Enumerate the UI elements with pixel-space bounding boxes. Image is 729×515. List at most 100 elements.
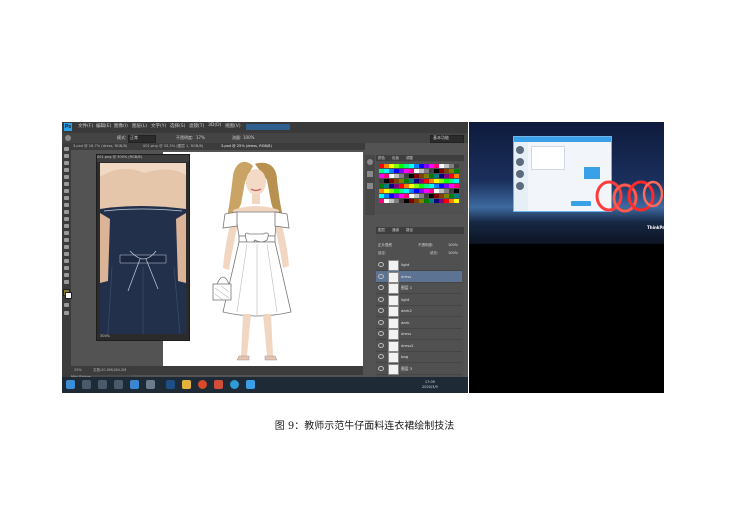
- layer-row[interactable]: 图层 1: [376, 282, 462, 294]
- avatar[interactable]: [516, 158, 524, 166]
- color-swatch[interactable]: [379, 189, 384, 193]
- color-swatch[interactable]: [399, 189, 404, 193]
- color-swatch[interactable]: [404, 169, 409, 173]
- blend-mode-select[interactable]: 正片叠底: [378, 243, 392, 248]
- search-icon[interactable]: [82, 380, 91, 389]
- color-swatch[interactable]: [439, 184, 444, 188]
- color-swatch[interactable]: [454, 164, 459, 168]
- quick-mask-icon[interactable]: [64, 303, 69, 307]
- layer-row[interactable]: light: [376, 259, 462, 271]
- flow-value[interactable]: 100%: [243, 135, 254, 140]
- color-swatch[interactable]: [379, 194, 384, 198]
- color-swatch[interactable]: [399, 174, 404, 178]
- color-swatch[interactable]: [444, 179, 449, 183]
- color-swatch[interactable]: [389, 174, 394, 178]
- color-swatch[interactable]: [449, 164, 454, 168]
- color-swatch[interactable]: [434, 184, 439, 188]
- crop-tool-icon[interactable]: [64, 175, 69, 179]
- menu-layer[interactable]: 图层(L): [132, 123, 147, 129]
- color-swatch[interactable]: [389, 179, 394, 183]
- blur-tool-icon[interactable]: [64, 231, 69, 235]
- reference-image-window[interactable]: 001.png @ 300% (RGB/8) 300%: [96, 154, 190, 341]
- color-swatch[interactable]: [434, 169, 439, 173]
- pen-tool-icon[interactable]: [64, 245, 69, 249]
- color-swatch[interactable]: [409, 169, 414, 173]
- quick-select-tool-icon[interactable]: [64, 168, 69, 172]
- color-swatch[interactable]: [424, 164, 429, 168]
- color-swatch[interactable]: [429, 199, 434, 203]
- color-swatch[interactable]: [444, 174, 449, 178]
- color-swatch[interactable]: [399, 184, 404, 188]
- visibility-eye-icon[interactable]: [378, 354, 384, 359]
- color-swatch[interactable]: [384, 184, 389, 188]
- color-swatch[interactable]: [394, 194, 399, 198]
- color-swatch[interactable]: [399, 179, 404, 183]
- photoshop-taskbar-icon[interactable]: [166, 380, 175, 389]
- menu-image[interactable]: 图像(I): [114, 123, 128, 129]
- dodge-tool-icon[interactable]: [64, 238, 69, 242]
- color-swatch[interactable]: [389, 199, 394, 203]
- tab-doc-3[interactable]: 3.psd @ 25% (dress, RGB/8): [221, 144, 272, 148]
- color-swatch[interactable]: [429, 164, 434, 168]
- color-swatch[interactable]: [414, 169, 419, 173]
- layer-opacity-value[interactable]: 100%: [448, 243, 458, 247]
- color-swatch[interactable]: [394, 179, 399, 183]
- menu-filter[interactable]: 滤镜(T): [189, 123, 204, 129]
- history-panel-icon[interactable]: [367, 159, 373, 165]
- color-swatch[interactable]: [454, 174, 459, 178]
- opacity-value[interactable]: 17%: [196, 135, 205, 140]
- layer-row[interactable]: 图层 3: [376, 363, 462, 375]
- color-swatch[interactable]: [439, 179, 444, 183]
- color-swatch[interactable]: [404, 199, 409, 203]
- color-swatch[interactable]: [404, 179, 409, 183]
- stamp-tool-icon[interactable]: [64, 203, 69, 207]
- tab-doc-2[interactable]: 001.png @ 33.3% (图层 1, RGB/8): [143, 144, 203, 149]
- tab-layers[interactable]: 图层: [378, 228, 385, 233]
- color-swatch[interactable]: [379, 164, 384, 168]
- color-swatch[interactable]: [444, 169, 449, 173]
- color-swatch[interactable]: [394, 174, 399, 178]
- color-swatch[interactable]: [414, 179, 419, 183]
- color-swatch[interactable]: [449, 194, 454, 198]
- color-swatch[interactable]: [449, 189, 454, 193]
- avatar[interactable]: [516, 170, 524, 178]
- app-icon[interactable]: [130, 380, 139, 389]
- menu-edit[interactable]: 编辑(E): [96, 123, 111, 129]
- color-swatch[interactable]: [414, 194, 419, 198]
- color-swatch[interactable]: [404, 164, 409, 168]
- color-swatch[interactable]: [444, 189, 449, 193]
- screen-mode-icon[interactable]: [64, 311, 69, 315]
- color-swatch[interactable]: [454, 179, 459, 183]
- color-swatch[interactable]: [444, 194, 449, 198]
- color-swatch[interactable]: [439, 174, 444, 178]
- properties-panel-icon[interactable]: [367, 171, 373, 177]
- color-swatch[interactable]: [399, 194, 404, 198]
- color-swatch[interactable]: [409, 174, 414, 178]
- layer-row[interactable]: bag: [376, 351, 462, 363]
- tab-adjustments[interactable]: 调整: [406, 156, 413, 161]
- color-swatch[interactable]: [434, 179, 439, 183]
- tab-channels[interactable]: 通道: [392, 228, 399, 233]
- menu-type[interactable]: 文字(Y): [151, 123, 166, 129]
- visibility-eye-icon[interactable]: [378, 319, 384, 325]
- color-swatch[interactable]: [404, 194, 409, 198]
- visibility-eye-icon[interactable]: [378, 296, 384, 302]
- fill-value[interactable]: 100%: [448, 251, 458, 255]
- menu-select[interactable]: 选择(S): [170, 123, 185, 129]
- color-swatch[interactable]: [424, 169, 429, 173]
- color-swatch[interactable]: [424, 194, 429, 198]
- color-swatch[interactable]: [384, 194, 389, 198]
- hand-tool-icon[interactable]: [64, 273, 69, 277]
- chat-window-titlebar[interactable]: [514, 137, 611, 142]
- history-brush-tool-icon[interactable]: [64, 210, 69, 214]
- color-swatch[interactable]: [409, 194, 414, 198]
- color-swatch[interactable]: [454, 194, 459, 198]
- avatar[interactable]: [516, 182, 524, 190]
- store-icon[interactable]: [146, 380, 155, 389]
- color-swatch[interactable]: [419, 194, 424, 198]
- color-swatch[interactable]: [439, 199, 444, 203]
- color-swatch[interactable]: [434, 194, 439, 198]
- color-swatch[interactable]: [384, 189, 389, 193]
- color-swatch[interactable]: [439, 164, 444, 168]
- windows-start-icon[interactable]: [66, 380, 75, 389]
